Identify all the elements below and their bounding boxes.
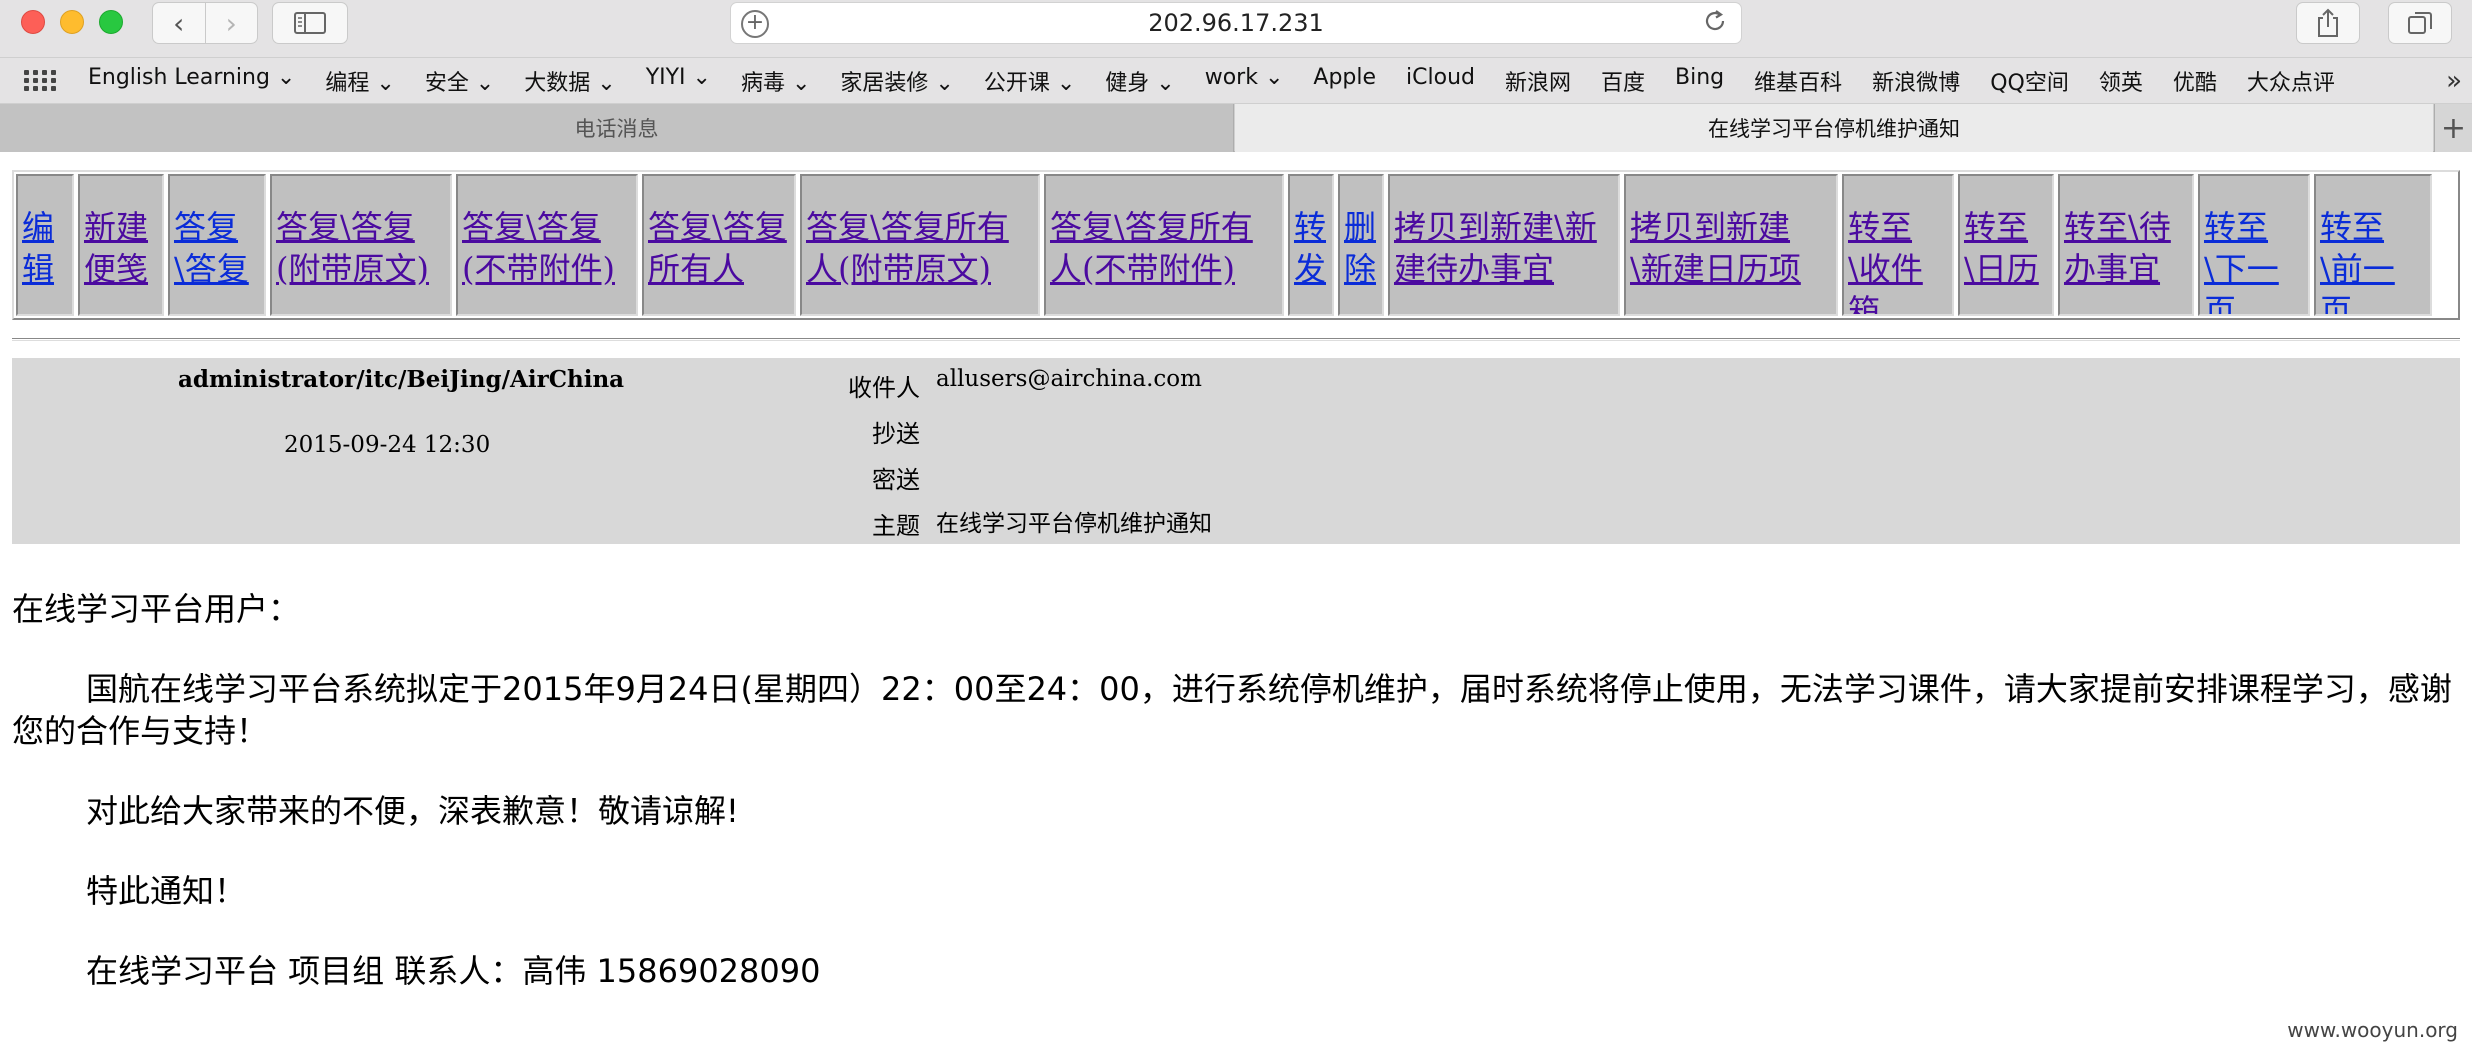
- tab-maintenance-notice[interactable]: 在线学习平台停机维护通知: [1235, 104, 2433, 152]
- to-value: allusers@airchina.com: [936, 366, 1202, 392]
- zoom-window-button[interactable]: [99, 10, 123, 34]
- bookmark-list: English Learning ⌄ 编程 ⌄ 安全 ⌄ 大数据 ⌄ YIYI ⌄ 病毒 …: [88, 65, 2365, 97]
- bookmark-item[interactable]: 新浪微博: [1872, 65, 1960, 97]
- email-body: 在线学习平台用户： 国航在线学习平台系统拟定于2015年9月24日(星期四）22…: [12, 588, 2452, 1030]
- share-button[interactable]: [2296, 2, 2360, 44]
- bookmark-item[interactable]: iCloud: [1406, 65, 1475, 97]
- paragraph-apology: 对此给大家带来的不便，深表歉意！敬请谅解!: [86, 792, 739, 830]
- paragraph-announcement: 国航在线学习平台系统拟定于2015年9月24日(星期四）22：00至24：00，…: [12, 670, 2452, 750]
- bookmark-item[interactable]: 领英: [2099, 65, 2143, 97]
- window-titlebar: ‹ › + 202.96.17.231: [0, 0, 2472, 58]
- sidebar-icon: [294, 12, 326, 34]
- horizontal-divider: [12, 338, 2460, 341]
- bookmark-item[interactable]: 家居装修 ⌄: [840, 65, 953, 97]
- reload-icon[interactable]: [1701, 7, 1729, 35]
- toolbar-action-link[interactable]: 答复\答复所有人: [642, 174, 796, 316]
- add-bookmark-icon[interactable]: +: [741, 10, 769, 38]
- toolbar-action-link[interactable]: 转至\前一页: [2314, 174, 2432, 316]
- sidebar-toggle-button[interactable]: [272, 2, 348, 44]
- tab-overview-button[interactable]: [2388, 2, 2452, 44]
- toolbar-action-link[interactable]: 答复\答复所有人(不带附件): [1044, 174, 1284, 316]
- bookmark-item[interactable]: 大数据 ⌄: [524, 65, 615, 97]
- subject-value: 在线学习平台停机维护通知: [936, 511, 1212, 537]
- sent-date: 2015-09-24 12:30: [284, 432, 491, 458]
- new-tab-button[interactable]: +: [2434, 104, 2472, 152]
- bookmark-item[interactable]: 编程 ⌄: [325, 65, 394, 97]
- signature: 在线学习平台 项目组 联系人：高伟 15869028090: [86, 952, 821, 990]
- email-header: administrator/itc/BeiJing/AirChina 2015-…: [12, 358, 2460, 544]
- top-sites-grid-icon[interactable]: [24, 69, 56, 92]
- toolbar-action-link[interactable]: 拷贝到新建\新建待办事宜: [1388, 174, 1620, 316]
- toolbar-action-link[interactable]: 答复\答复所有人(附带原文): [800, 174, 1040, 316]
- bookmark-item[interactable]: 优酷: [2173, 65, 2217, 97]
- greeting: 在线学习平台用户：: [12, 590, 301, 628]
- toolbar-action-link[interactable]: 拷贝到新建\新建日历项: [1624, 174, 1838, 316]
- close-window-button[interactable]: [21, 10, 45, 34]
- bookmark-item[interactable]: 大众点评: [2247, 65, 2335, 97]
- url-text: 202.96.17.231: [1148, 9, 1324, 37]
- toolbar-action-link[interactable]: 删除: [1338, 174, 1384, 316]
- bookmarks-bar: English Learning ⌄ 编程 ⌄ 安全 ⌄ 大数据 ⌄ YIYI ⌄ 病毒 …: [0, 58, 2472, 104]
- toolbar-action-link[interactable]: 答复\答复(不带附件): [456, 174, 638, 316]
- bookmark-item[interactable]: 公开课 ⌄: [984, 65, 1075, 97]
- bookmark-item[interactable]: 维基百科: [1754, 65, 1842, 97]
- toolbar-action-link[interactable]: 答复\答复: [168, 174, 266, 316]
- minimize-window-button[interactable]: [60, 10, 84, 34]
- mail-action-toolbar: 编辑 新建便笺 答复\答复 答复\答复(附带原文) 答复\答复(不带附件) 答复\答复所有…: [12, 170, 2460, 320]
- cc-label: 抄送: [872, 420, 920, 448]
- bookmark-item[interactable]: 新浪网: [1505, 65, 1571, 97]
- toolbar-action-link[interactable]: 转至\日历: [1958, 174, 2054, 316]
- bookmarks-overflow-icon[interactable]: »: [2446, 66, 2462, 96]
- share-icon: [2318, 8, 2338, 37]
- tab-phone-message[interactable]: 电话消息: [0, 104, 1234, 152]
- to-label: 收件人: [848, 374, 920, 402]
- bcc-label: 密送: [872, 466, 920, 494]
- watermark: www.wooyun.org: [2287, 1018, 2458, 1042]
- toolbar-action-link[interactable]: 转至\收件箱: [1842, 174, 1954, 316]
- bookmark-item[interactable]: English Learning ⌄: [88, 65, 295, 97]
- back-icon[interactable]: ‹: [153, 3, 205, 43]
- bookmark-item[interactable]: 百度: [1601, 65, 1645, 97]
- sender: administrator/itc/BeiJing/AirChina: [178, 366, 625, 393]
- toolbar-action-link[interactable]: 转至\待办事宜: [2058, 174, 2194, 316]
- bookmark-item[interactable]: 安全 ⌄: [425, 65, 494, 97]
- tab-overview-icon: [2408, 12, 2432, 34]
- bookmark-item[interactable]: QQ空间: [1990, 65, 2069, 97]
- nav-buttons: ‹ ›: [152, 2, 258, 44]
- paragraph-notice: 特此通知！: [86, 872, 247, 910]
- tab-strip: 电话消息 在线学习平台停机维护通知 +: [0, 104, 2472, 152]
- toolbar-action-link[interactable]: 答复\答复(附带原文): [270, 174, 452, 316]
- bookmark-item[interactable]: work ⌄: [1205, 65, 1284, 97]
- subject-label: 主题: [872, 512, 920, 540]
- bookmark-item[interactable]: Apple: [1313, 65, 1376, 97]
- bookmark-item[interactable]: 健身 ⌄: [1105, 65, 1174, 97]
- forward-icon[interactable]: ›: [204, 3, 258, 43]
- toolbar-action-link[interactable]: 转发: [1288, 174, 1334, 316]
- bookmark-item[interactable]: YIYI ⌄: [646, 65, 711, 97]
- address-bar[interactable]: + 202.96.17.231: [730, 2, 1742, 44]
- toolbar-action-link[interactable]: 转至\下一页: [2198, 174, 2310, 316]
- toolbar-action-link[interactable]: 编辑: [16, 174, 74, 316]
- bookmark-item[interactable]: 病毒 ⌄: [741, 65, 810, 97]
- bookmark-item[interactable]: Bing: [1675, 65, 1724, 97]
- toolbar-action-link[interactable]: 新建便笺: [78, 174, 164, 316]
